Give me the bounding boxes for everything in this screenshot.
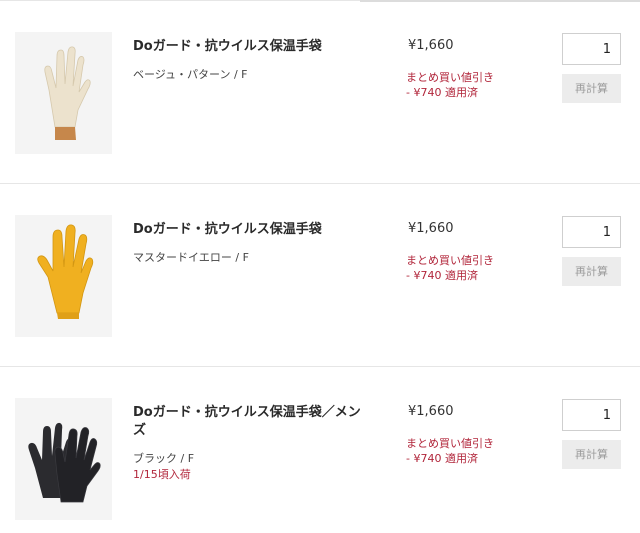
bulk-discount-note: まとめ買い値引き - ¥740 適用済 xyxy=(406,253,494,283)
discount-amount: - ¥740 適用済 xyxy=(406,452,478,465)
discount-label: まとめ買い値引き xyxy=(406,254,494,267)
black-gloves-image xyxy=(15,398,112,520)
product-variant: ベージュ・パターン / F xyxy=(133,68,248,81)
quantity-input[interactable] xyxy=(562,216,621,248)
product-price: ¥1,660 xyxy=(408,38,454,53)
product-thumbnail[interactable] xyxy=(15,215,112,337)
product-thumbnail[interactable] xyxy=(15,32,112,154)
quantity-input[interactable] xyxy=(562,33,621,65)
bulk-discount-note: まとめ買い値引き - ¥740 適用済 xyxy=(406,436,494,466)
discount-label: まとめ買い値引き xyxy=(406,71,494,84)
product-price: ¥1,660 xyxy=(408,404,454,419)
cart-item: Doガード・抗ウイルス保温手袋 ベージュ・パターン / F ¥1,660 まとめ… xyxy=(0,2,640,184)
cart-item: Doガード・抗ウイルス保温手袋／メンズ ブラック / F 1/15頃入荷 ¥1,… xyxy=(0,368,640,533)
product-name[interactable]: Doガード・抗ウイルス保温手袋 xyxy=(133,221,373,239)
product-thumbnail[interactable] xyxy=(15,398,112,520)
beige-glove-image xyxy=(15,32,112,154)
discount-label: まとめ買い値引き xyxy=(406,437,494,450)
product-price: ¥1,660 xyxy=(408,221,454,236)
recalculate-button[interactable]: 再計算 xyxy=(562,257,621,286)
item-divider xyxy=(0,366,640,367)
stock-arrival-note: 1/15頃入荷 xyxy=(133,468,191,481)
quantity-input[interactable] xyxy=(562,399,621,431)
recalculate-button[interactable]: 再計算 xyxy=(562,74,621,103)
recalculate-button[interactable]: 再計算 xyxy=(562,440,621,469)
discount-amount: - ¥740 適用済 xyxy=(406,86,478,99)
item-divider xyxy=(0,183,640,184)
cart-item: Doガード・抗ウイルス保温手袋 マスタードイエロー / F ¥1,660 まとめ… xyxy=(0,185,640,367)
bulk-discount-note: まとめ買い値引き - ¥740 適用済 xyxy=(406,70,494,100)
discount-amount: - ¥740 適用済 xyxy=(406,269,478,282)
product-name[interactable]: Doガード・抗ウイルス保温手袋／メンズ xyxy=(133,404,373,440)
yellow-glove-image xyxy=(15,215,112,337)
product-name[interactable]: Doガード・抗ウイルス保温手袋 xyxy=(133,38,373,56)
product-variant: ブラック / F xyxy=(133,452,195,465)
product-variant: マスタードイエロー / F xyxy=(133,251,249,264)
